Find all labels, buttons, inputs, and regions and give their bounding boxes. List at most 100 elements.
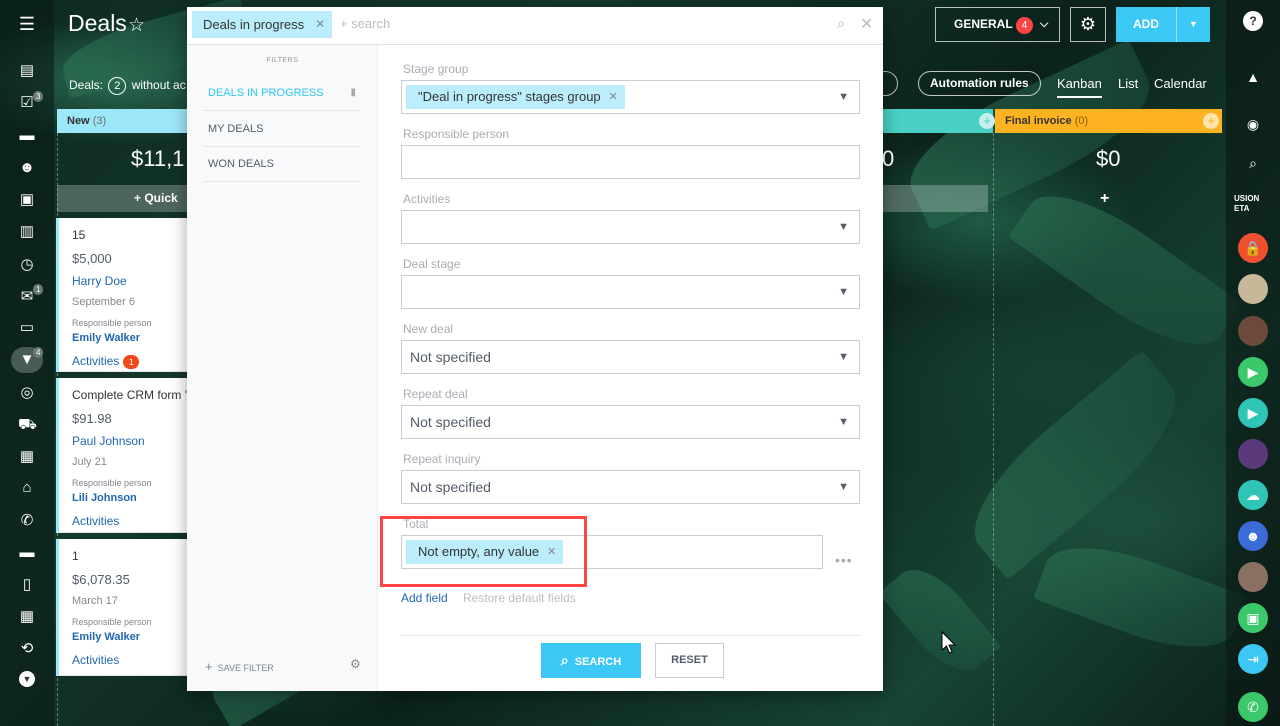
card-responsible[interactable]: Emily Walker — [72, 332, 188, 344]
column-add-icon[interactable]: + — [979, 113, 995, 129]
search-icon[interactable]: ⌕ — [837, 15, 845, 32]
general-count-badge: 4 — [1016, 17, 1033, 34]
chat-icon[interactable]: ▬ — [18, 127, 36, 145]
exit-icon[interactable]: ⇥ — [1238, 644, 1268, 674]
close-icon[interactable]: ✕ — [860, 14, 873, 34]
video-call-icon[interactable]: ▶ — [1238, 357, 1268, 387]
deal-card[interactable]: 1 $6,078.35 March 17 Responsible person … — [56, 539, 188, 676]
repeat-inquiry-select[interactable]: Not specified ▼ — [401, 470, 860, 504]
column-header-final-invoice[interactable]: Final invoice (0) — [995, 109, 1222, 133]
automation-rules-button[interactable]: Automation rules — [918, 71, 1041, 96]
group-avatar[interactable] — [1238, 439, 1268, 469]
sync-icon[interactable]: ⟲ — [18, 640, 36, 658]
quick-deal-button[interactable]: + Quick D — [57, 185, 188, 232]
more-icon[interactable]: ▼ — [19, 671, 35, 687]
phone-icon[interactable]: ✆ — [18, 512, 36, 530]
deal-card[interactable]: Complete CRM form ' $91.98 Paul Johnson … — [56, 378, 188, 533]
lock-icon[interactable]: 🔒 — [1238, 233, 1268, 263]
presets-title: FILTERS — [266, 57, 299, 64]
save-filter-button[interactable]: + SAVE FILTER — [205, 659, 274, 674]
card-client[interactable]: Paul Johnson — [72, 434, 188, 448]
card-title[interactable]: 1 — [72, 549, 188, 563]
card-responsible[interactable]: Lili Johnson — [72, 492, 188, 504]
user-avatar[interactable] — [1238, 562, 1268, 592]
stage-group-select[interactable]: "Deal in progress" stages group ✕ ▼ — [401, 80, 860, 114]
messenger-icon[interactable]: ◉ — [1238, 109, 1268, 139]
new-deal-select[interactable]: Not specified ▼ — [401, 340, 860, 374]
activities-select[interactable]: ▼ — [401, 210, 860, 244]
card-activities[interactable]: Activities — [72, 653, 188, 667]
store-icon[interactable]: ⌂ — [18, 479, 36, 497]
preset-won-deals[interactable]: WON DEALS — [203, 146, 360, 182]
repeat-deal-select[interactable]: Not specified ▼ — [401, 405, 860, 439]
schedule-icon[interactable]: ▦ — [18, 608, 36, 626]
card-client[interactable]: Harry Doe — [72, 274, 188, 288]
card-date: September 6 — [72, 296, 135, 308]
quick-deal-bar-hidden[interactable] — [882, 185, 988, 212]
settings-button[interactable]: ⚙ — [1070, 7, 1106, 42]
menu-icon[interactable]: ☰ — [18, 15, 36, 33]
search-button[interactable]: ⌕ SEARCH — [541, 643, 641, 678]
card-title[interactable]: 15 — [72, 228, 188, 242]
brand-logo[interactable]: USION ETA — [1234, 194, 1274, 220]
drive-icon[interactable]: ▬ — [18, 544, 36, 562]
tab-kanban[interactable]: Kanban — [1057, 76, 1102, 98]
group-chat-icon[interactable]: ☻ — [1238, 521, 1268, 551]
general-pipeline-button[interactable]: GENERAL 4 ⌵ — [935, 7, 1060, 42]
restore-default-fields-link[interactable]: Restore default fields — [463, 591, 576, 605]
search-bar[interactable]: Deals in progress ✕ + search ⌕ ✕ — [187, 7, 883, 45]
crm-contact-icon[interactable]: ▣ — [1238, 603, 1268, 633]
preset-deals-in-progress[interactable]: DEALS IN PROGRESS ▮ — [203, 75, 360, 111]
remove-tag-icon[interactable]: ✕ — [315, 11, 325, 38]
add-dropdown-arrow-icon[interactable]: ▼ — [1176, 7, 1210, 42]
search-icon[interactable]: ⌕ — [1238, 148, 1268, 178]
calendar-icon[interactable]: ▭ — [18, 319, 36, 337]
deal-stage-select[interactable]: ▼ — [401, 275, 860, 309]
document-icon[interactable]: ▯ — [18, 576, 36, 594]
responsible-person-input[interactable] — [401, 145, 860, 179]
gear-icon[interactable]: ⚙ — [350, 657, 361, 671]
card-responsible[interactable]: Emily Walker — [72, 631, 188, 643]
column-header-hidden[interactable] — [882, 109, 993, 133]
user-avatar[interactable] — [1238, 274, 1268, 304]
user-avatar[interactable] — [1238, 316, 1268, 346]
contacts-icon[interactable]: ▣ — [18, 191, 36, 209]
stage-group-tag[interactable]: "Deal in progress" stages group ✕ — [406, 85, 625, 109]
more-options-icon[interactable]: ••• — [835, 552, 853, 568]
card-activities[interactable]: Activities 1 — [72, 354, 188, 369]
column-add-icon[interactable]: + — [1203, 113, 1219, 129]
pin-icon[interactable]: ▮ — [350, 75, 356, 111]
repeat-inquiry-value: Not specified — [410, 479, 491, 495]
add-button[interactable]: ADD ▼ — [1116, 7, 1210, 42]
column-header-new[interactable]: New (3) — [57, 109, 188, 133]
apps-icon[interactable]: ▦ — [18, 448, 36, 466]
groups-icon[interactable]: ☻ — [18, 159, 36, 177]
preset-my-deals[interactable]: MY DEALS — [203, 111, 360, 147]
add-field-link[interactable]: Add field — [401, 591, 448, 605]
cloud-icon[interactable]: ☁ — [1238, 480, 1268, 510]
streams-icon[interactable]: ▥ — [18, 223, 36, 241]
help-icon[interactable]: ? — [1243, 11, 1263, 31]
tab-calendar[interactable]: Calendar — [1154, 76, 1207, 91]
quick-add-plus-icon[interactable]: + — [1100, 190, 1109, 208]
remove-tag-icon[interactable]: ✕ — [608, 85, 617, 109]
search-filter-tag[interactable]: Deals in progress ✕ — [192, 11, 333, 38]
deals-counter-pill[interactable]: 2 — [108, 77, 127, 95]
tab-list[interactable]: List — [1118, 76, 1138, 91]
new-deal-value: Not specified — [410, 349, 491, 365]
target-icon[interactable]: ◎ — [18, 384, 36, 402]
reset-button[interactable]: RESET — [655, 643, 724, 678]
search-input[interactable]: + search — [340, 16, 390, 31]
card-title[interactable]: Complete CRM form ' — [72, 388, 188, 402]
clock-icon[interactable]: ◷ — [18, 256, 36, 274]
field-label: Deal stage — [403, 257, 461, 271]
gear-icon: ⚙ — [1079, 14, 1097, 34]
card-activities[interactable]: Activities — [72, 514, 188, 528]
star-icon[interactable]: ☆ — [128, 14, 145, 37]
feed-icon[interactable]: ▤ — [18, 62, 36, 80]
notifications-icon[interactable]: ▲ — [1238, 62, 1268, 92]
video-chat-icon[interactable]: ▶ — [1238, 398, 1268, 428]
cart-icon[interactable]: ⛟ — [18, 416, 37, 434]
phone-call-icon[interactable]: ✆ — [1238, 692, 1268, 722]
deal-card[interactable]: 15 $5,000 Harry Doe September 6 Responsi… — [56, 218, 188, 372]
